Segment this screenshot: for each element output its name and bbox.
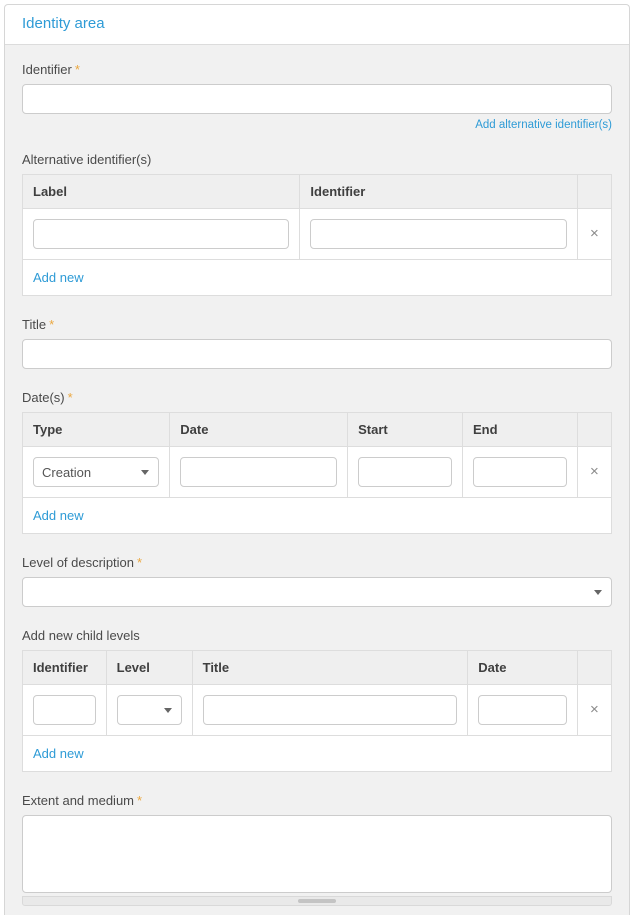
table-footer-row: Add new <box>23 736 612 772</box>
identifier-input[interactable] <box>22 84 612 114</box>
dates-group: Date(s)* Type Date Start End Creation <box>22 390 612 534</box>
column-header-date: Date <box>170 413 348 447</box>
level-of-description-group: Level of description* <box>22 555 612 607</box>
level-of-description-label: Level of description* <box>22 555 612 570</box>
date-type-selected-value: Creation <box>42 465 91 480</box>
child-date-input[interactable] <box>478 695 567 725</box>
grip-icon <box>298 899 336 903</box>
extent-and-medium-group: Extent and medium* <box>22 793 612 906</box>
panel-header: Identity area <box>5 5 629 45</box>
column-header-date: Date <box>468 651 578 685</box>
child-levels-label: Add new child levels <box>22 628 612 643</box>
child-levels-group: Add new child levels Identifier Level Ti… <box>22 628 612 772</box>
column-header-identifier: Identifier <box>23 651 107 685</box>
date-start-input[interactable] <box>358 457 452 487</box>
required-marker: * <box>75 62 80 77</box>
table-header-row: Identifier Level Title Date <box>23 651 612 685</box>
extent-and-medium-label: Extent and medium* <box>22 793 612 808</box>
add-new-date-link[interactable]: Add new <box>33 508 84 523</box>
child-level-select[interactable] <box>117 695 182 725</box>
panel-title[interactable]: Identity area <box>22 15 105 32</box>
table-header-row: Type Date Start End <box>23 413 612 447</box>
column-header-end: End <box>462 413 577 447</box>
required-marker: * <box>137 555 142 570</box>
textarea-resize-handle[interactable] <box>22 896 612 906</box>
title-label: Title* <box>22 317 612 332</box>
dates-table: Type Date Start End Creation <box>22 412 612 534</box>
table-row: × <box>23 685 612 736</box>
required-marker: * <box>68 390 73 405</box>
column-header-delete <box>577 413 611 447</box>
dates-label: Date(s)* <box>22 390 612 405</box>
column-header-level: Level <box>106 651 192 685</box>
child-title-input[interactable] <box>203 695 458 725</box>
alternative-identifiers-group: Alternative identifier(s) Label Identifi… <box>22 152 612 296</box>
column-header-type: Type <box>23 413 170 447</box>
identifier-label: Identifier* <box>22 62 612 77</box>
date-input[interactable] <box>180 457 337 487</box>
delete-row-icon[interactable]: × <box>590 702 599 717</box>
alt-identifier-link-row: Add alternative identifier(s) <box>22 119 612 131</box>
column-header-delete <box>577 651 611 685</box>
table-row: × <box>23 209 612 260</box>
chevron-down-icon <box>164 708 172 713</box>
column-header-label: Label <box>23 175 300 209</box>
date-end-input[interactable] <box>473 457 567 487</box>
column-header-delete <box>577 175 611 209</box>
identity-area-panel: Identity area Identifier* Add alternativ… <box>4 4 630 915</box>
add-new-alt-identifier-link[interactable]: Add new <box>33 270 84 285</box>
extent-and-medium-textarea[interactable] <box>22 815 612 893</box>
alt-identifier-identifier-input[interactable] <box>310 219 566 249</box>
alt-identifier-label-input[interactable] <box>33 219 289 249</box>
child-levels-table: Identifier Level Title Date <box>22 650 612 772</box>
title-input[interactable] <box>22 339 612 369</box>
column-header-title: Title <box>192 651 468 685</box>
delete-row-icon[interactable]: × <box>590 464 599 479</box>
level-of-description-select[interactable] <box>22 577 612 607</box>
title-group: Title* <box>22 317 612 369</box>
table-footer-row: Add new <box>23 260 612 296</box>
required-marker: * <box>49 317 54 332</box>
chevron-down-icon <box>141 470 149 475</box>
date-type-select[interactable]: Creation <box>33 457 159 487</box>
alternative-identifiers-label: Alternative identifier(s) <box>22 152 612 167</box>
add-alternative-identifiers-link[interactable]: Add alternative identifier(s) <box>475 119 612 131</box>
table-row: Creation × <box>23 447 612 498</box>
column-header-start: Start <box>348 413 463 447</box>
identifier-group: Identifier* Add alternative identifier(s… <box>22 62 612 131</box>
add-new-child-level-link[interactable]: Add new <box>33 746 84 761</box>
table-header-row: Label Identifier <box>23 175 612 209</box>
delete-row-icon[interactable]: × <box>590 226 599 241</box>
chevron-down-icon <box>594 590 602 595</box>
panel-body: Identifier* Add alternative identifier(s… <box>5 45 629 915</box>
required-marker: * <box>137 793 142 808</box>
column-header-identifier: Identifier <box>300 175 577 209</box>
child-identifier-input[interactable] <box>33 695 96 725</box>
table-footer-row: Add new <box>23 498 612 534</box>
alternative-identifiers-table: Label Identifier × Add new <box>22 174 612 296</box>
